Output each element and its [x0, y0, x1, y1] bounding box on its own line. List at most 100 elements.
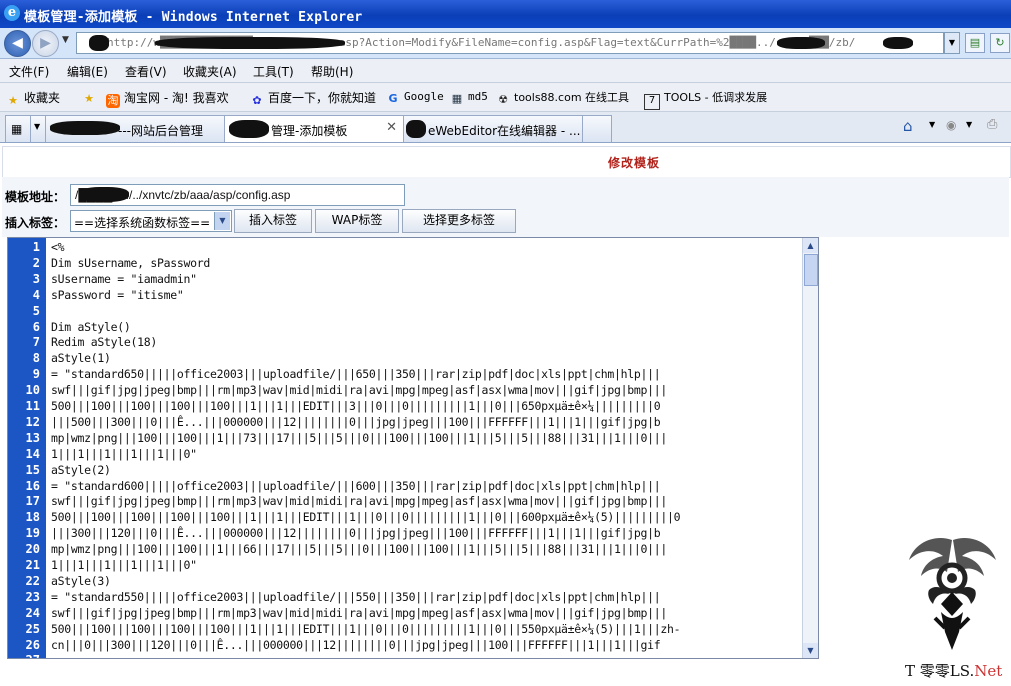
tab-list-dropdown[interactable]: ▼ [30, 115, 46, 142]
editor-scrollbar[interactable]: ▲ ▼ [802, 238, 818, 658]
code-line: swf|||gif|jpg|jpeg|bmp|||rm|mp3|wav|mid|… [51, 383, 667, 398]
baidu-paw-icon: ✿ [252, 94, 262, 107]
code-line: swf|||gif|jpg|jpeg|bmp|||rm|mp3|wav|mid|… [51, 494, 667, 509]
radiation-icon: ☢ [498, 93, 508, 106]
line-number: 5 [32, 303, 40, 318]
favorite-link-taobao[interactable]: 淘淘宝网 - 淘! 我喜欢 [106, 89, 229, 108]
history-dropdown-icon[interactable]: ▼ [62, 35, 69, 45]
code-area[interactable]: <% Dim sUsername, sPassword sUsername = "i… [48, 238, 802, 658]
close-tab-icon[interactable]: ✕ [386, 120, 397, 135]
forward-button[interactable]: ▶ [32, 30, 59, 57]
redaction-scribble [406, 120, 426, 138]
code-line: mp|wmz|png|||100|||100|||1|||66|||17|||5… [51, 542, 667, 557]
scroll-down-icon[interactable]: ▼ [803, 643, 818, 658]
line-number: 27 [26, 653, 40, 658]
menu-help[interactable]: 帮助(H) [311, 63, 353, 80]
code-editor[interactable]: 1 2 3 4 5 6 7 8 9 10 11 12 13 14 15 16 17 18 19 20 21 22 23 24 2… [7, 237, 819, 659]
line-number: 2 [32, 255, 40, 270]
redaction-scribble [89, 35, 109, 51]
line-number: 19 [25, 526, 40, 541]
back-button[interactable]: ◀ [4, 30, 31, 57]
code-line: 1|||1|||1|||1|||1|||0" [51, 446, 197, 461]
favorite-link-tools[interactable]: 7 TOOLS - 低调求发展 [644, 89, 767, 110]
tab-admin[interactable]: ---网站后台管理 [45, 115, 225, 142]
redaction-scribble [50, 121, 120, 135]
line-number: 23 [25, 589, 40, 604]
menu-file[interactable]: 文件(F) [9, 63, 49, 80]
home-icon[interactable]: ⌂ [903, 117, 913, 135]
page-header: 修改模板 [2, 146, 1011, 178]
quick-tabs-button[interactable]: ▦ [5, 115, 31, 142]
insert-tag-button[interactable]: 插入标签 [234, 209, 312, 233]
code-line: 500|||100|||100|||100|||100|||1|||1|||ED… [51, 510, 681, 525]
redaction-scribble [79, 187, 129, 202]
code-line: = "standard550|||||office2003|||uploadfi… [51, 589, 661, 604]
home-dropdown-icon[interactable]: ▼ [929, 120, 935, 129]
line-number: 9 [32, 367, 40, 382]
add-favorite-icon[interactable]: ★ [82, 89, 100, 106]
line-number: 25 [25, 621, 40, 636]
refresh-icon[interactable]: ↻ [990, 33, 1010, 53]
print-icon[interactable]: ⎙ [987, 117, 997, 132]
taobao-icon: 淘 [106, 94, 120, 108]
line-number: 26 [25, 637, 40, 652]
menu-view[interactable]: 查看(V) [125, 63, 167, 80]
insert-label: 插入标签： [5, 216, 66, 230]
template-path-input[interactable]: /████../../../xnvtc/zb/aaa/asp/config.as… [70, 184, 405, 206]
scroll-up-icon[interactable]: ▲ [803, 238, 818, 253]
google-icon: G [388, 92, 398, 105]
line-number: 3 [32, 271, 40, 286]
grid-icon: ▦ [451, 92, 463, 105]
wap-tag-button[interactable]: WAP标签 [315, 209, 399, 233]
favorite-link-md5[interactable]: ▦ md5 [450, 89, 488, 106]
favorite-link-tools88[interactable]: ☢ tools88.com 在线工具 [496, 89, 629, 107]
line-number: 10 [25, 383, 40, 398]
more-tags-button[interactable]: 选择更多标签 [402, 209, 516, 233]
menu-tools[interactable]: 工具(T) [253, 63, 294, 80]
code-line: 1|||1|||1|||1|||1|||0" [51, 558, 197, 572]
code-line: swf|||gif|jpg|jpeg|bmp|||rm|mp3|wav|mid|… [51, 605, 667, 620]
menu-bar: 文件(F) 编辑(E) 查看(V) 收藏夹(A) 工具(T) 帮助(H) [0, 59, 1011, 83]
quick-tabs-icon: ▦ [11, 122, 23, 136]
system-tag-select-value: ==选择系统函数标签== [74, 216, 211, 230]
line-number: 14 [25, 446, 40, 461]
ie-logo-icon: e [4, 5, 20, 21]
template-form: 模板地址： /████../../../xnvtc/zb/aaa/asp/con… [2, 177, 1009, 237]
star-icon: ★ [8, 94, 18, 107]
tab-bar: ▦ ▼ ---网站后台管理 管理-添加模板 ✕ eWebEditor在线编辑器 … [0, 112, 1011, 143]
redaction-scribble [883, 37, 913, 49]
code-line: sUsername = "iamadmin" [51, 271, 197, 286]
favorites-button[interactable]: ★ 收藏夹 [6, 89, 60, 108]
code-line: <% [51, 240, 65, 254]
line-number: 21 [25, 558, 40, 572]
address-dropdown-icon[interactable]: ▼ [944, 32, 960, 54]
code-line: Dim sUsername, sPassword [51, 255, 210, 270]
line-number: 11 [25, 399, 40, 413]
menu-edit[interactable]: 编辑(E) [67, 63, 108, 80]
code-line: sPassword = "itisme" [51, 287, 184, 302]
page-content: 修改模板 模板地址： /████../../../xnvtc/zb/aaa/as… [0, 143, 1011, 686]
menu-favorites[interactable]: 收藏夹(A) [183, 63, 237, 80]
address-input[interactable]: http://w██████████████/KS.Template.asp?A… [76, 32, 944, 54]
line-number-gutter: 1 2 3 4 5 6 7 8 9 10 11 12 13 14 15 16 17 18 19 20 21 22 23 24 2… [8, 238, 46, 658]
new-tab-button[interactable] [582, 115, 612, 142]
system-tag-select[interactable]: ==选择系统函数标签== ▼ [70, 210, 232, 232]
scroll-thumb[interactable] [804, 254, 818, 286]
page-title: 修改模板 [607, 156, 660, 170]
line-number: 20 [25, 542, 40, 557]
window-title: 模板管理-添加模板 - Windows Internet Explorer [24, 10, 363, 25]
tab-add-template[interactable]: 管理-添加模板 ✕ [224, 115, 404, 142]
tab-ewebeditor[interactable]: eWebEditor在线编辑器 - ... [403, 115, 583, 142]
redaction-scribble [777, 37, 825, 49]
code-line: Redim aStyle(18) [51, 335, 157, 350]
favorite-link-google[interactable]: G Google [386, 89, 443, 106]
line-number: 15 [25, 462, 40, 477]
feeds-dropdown-icon[interactable]: ▼ [966, 120, 972, 129]
compatibility-icon[interactable]: ▤ [965, 33, 985, 53]
feeds-icon[interactable]: ◉ [946, 118, 956, 132]
path-label: 模板地址： [5, 190, 66, 204]
line-number: 6 [32, 319, 40, 334]
line-number: 8 [32, 351, 40, 366]
favorite-link-baidu[interactable]: ✿ 百度一下，你就知道 [250, 89, 376, 108]
tab-label: ---网站后台管理 [118, 124, 203, 138]
